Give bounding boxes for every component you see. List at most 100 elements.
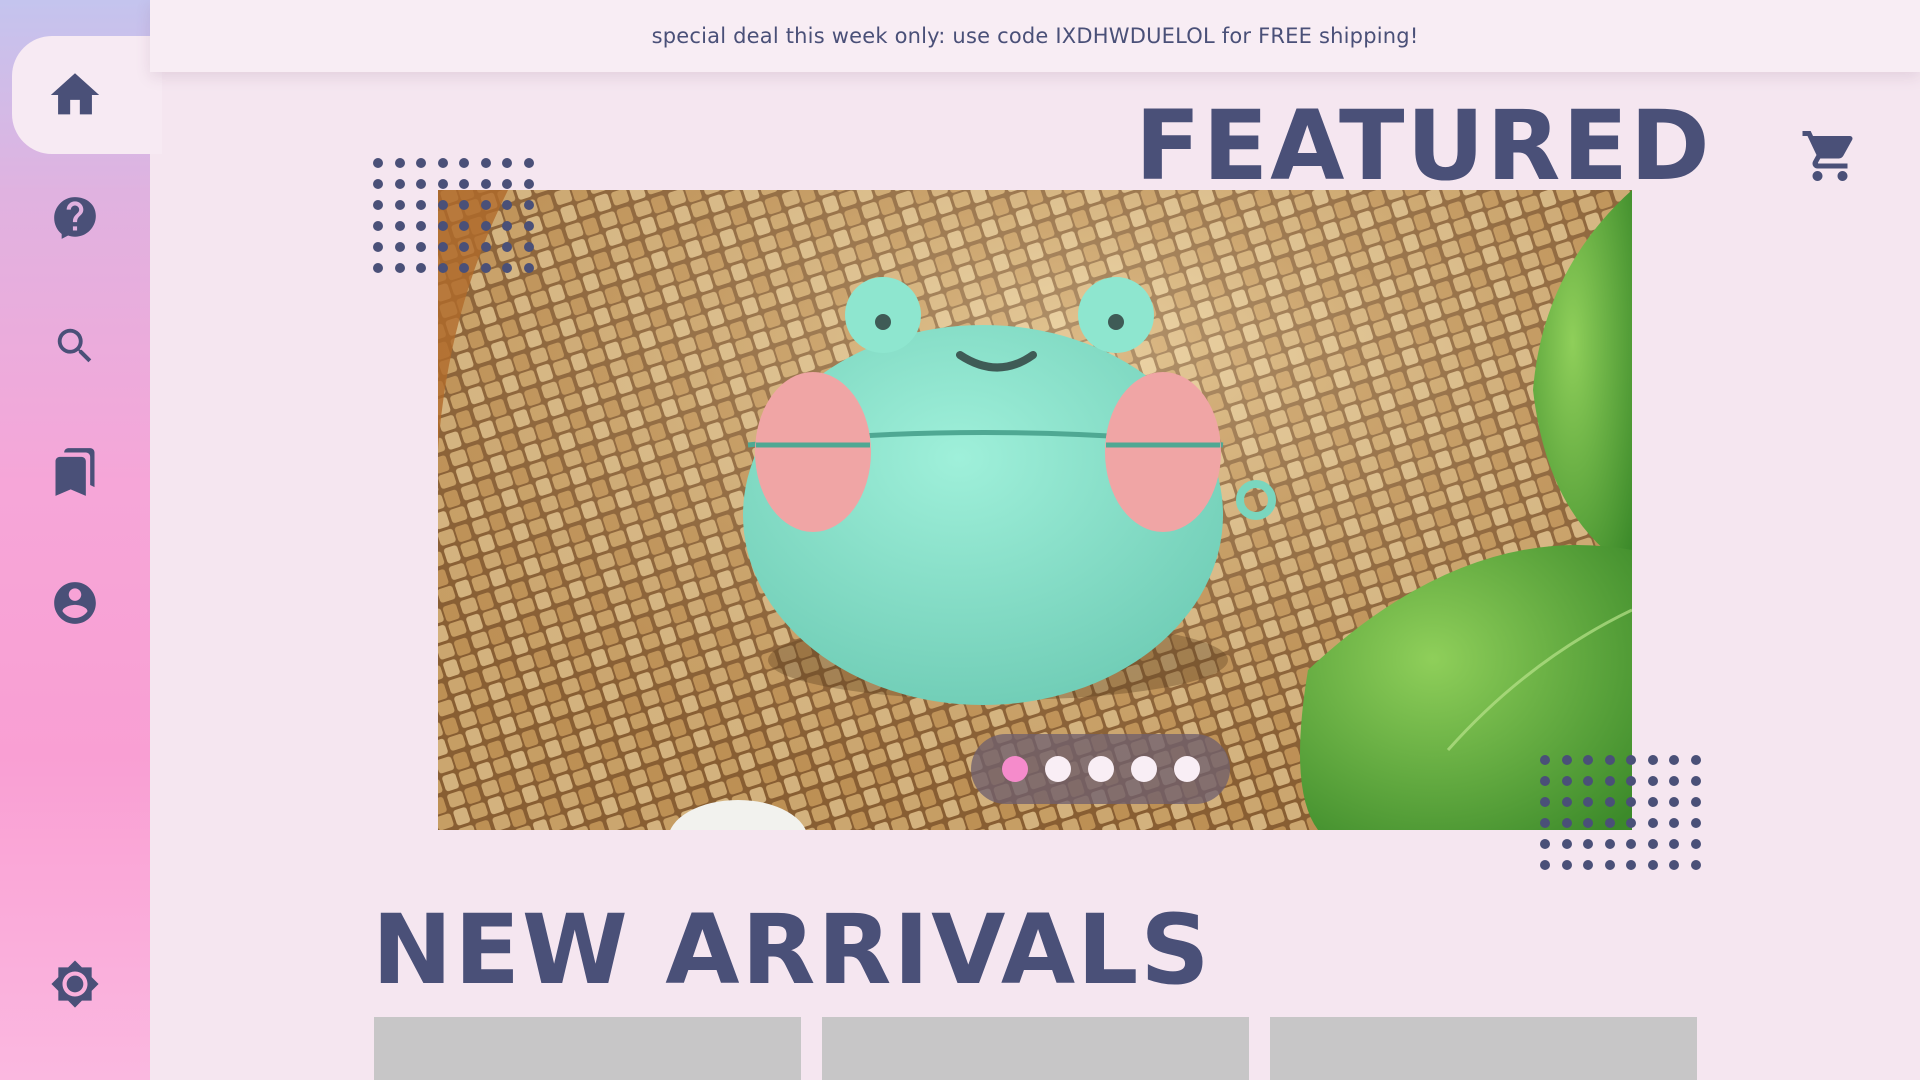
decorative-dot (480, 221, 491, 231)
decorative-dot (394, 179, 405, 189)
home-icon (50, 73, 100, 115)
decorative-dot (437, 158, 448, 168)
decorative-dot (1583, 818, 1593, 828)
decorative-dot (523, 242, 534, 252)
decorative-dot (1626, 818, 1636, 828)
product-card[interactable] (374, 1017, 801, 1080)
decorative-dot (437, 221, 448, 231)
carousel-dot[interactable] (1130, 756, 1157, 782)
decorative-dot (1690, 818, 1701, 828)
carousel-dot[interactable] (1044, 756, 1071, 782)
decorative-dot (459, 200, 469, 210)
decorative-dot (1626, 776, 1636, 786)
decorative-dot (1583, 776, 1593, 786)
decorative-dot (502, 200, 512, 210)
decorative-dot (502, 221, 512, 231)
decorative-dot (1669, 860, 1679, 870)
decorative-dot (1669, 797, 1679, 807)
decorative-dot (1604, 818, 1615, 828)
decorative-dot (523, 221, 534, 231)
decorative-dot (459, 221, 469, 231)
decorative-dot (1583, 755, 1593, 765)
decorative-dot (1690, 839, 1701, 849)
decorative-dot (394, 263, 405, 273)
decorative-dot (1561, 776, 1572, 786)
decorative-dot (1604, 797, 1615, 807)
decorative-dot (523, 158, 534, 168)
decorative-dot (523, 200, 534, 210)
decorative-dot (1669, 818, 1679, 828)
decorative-dot (1540, 797, 1550, 807)
decorative-dot (1561, 860, 1572, 870)
carousel-dot[interactable] (1173, 756, 1200, 782)
decorative-dot (394, 221, 405, 231)
decorative-dot (1690, 755, 1701, 765)
decorative-dot (373, 242, 383, 252)
decorative-dot (373, 263, 383, 273)
nav-account-button[interactable] (0, 543, 150, 663)
search-icon (57, 328, 92, 363)
decorative-dot (459, 242, 469, 252)
decorative-dot (373, 221, 383, 231)
decorative-dot (1540, 839, 1550, 849)
decorative-dot (480, 158, 491, 168)
decorative-dot (480, 200, 491, 210)
carousel-dot[interactable] (1001, 756, 1028, 782)
decorative-dot (1561, 839, 1572, 849)
carousel-dot[interactable] (1087, 756, 1114, 782)
decorative-dot (1669, 755, 1679, 765)
decorative-dot (523, 179, 534, 189)
decorative-dot (523, 263, 534, 273)
decorative-dot (480, 263, 491, 273)
decorative-dot (373, 200, 383, 210)
decorative-dot (1604, 776, 1615, 786)
sun-icon (51, 960, 99, 1008)
decorative-dot (1690, 797, 1701, 807)
decorative-dot (1561, 797, 1572, 807)
nav-home-button[interactable] (12, 36, 162, 154)
decorative-dot (1626, 755, 1636, 765)
decorative-dot (1647, 860, 1658, 870)
decorative-dot (459, 158, 469, 168)
decorative-dot (416, 263, 426, 273)
decorative-dot (1561, 755, 1572, 765)
nav-search-button[interactable] (0, 286, 150, 406)
decorative-dot (1669, 839, 1679, 849)
decorative-dot (1604, 839, 1615, 849)
product-card[interactable] (1270, 1017, 1697, 1080)
decorative-dot (373, 158, 383, 168)
decorative-dot (416, 221, 426, 231)
decorative-dot (416, 158, 426, 168)
cart-icon (1802, 131, 1853, 181)
cart-button[interactable] (1800, 126, 1860, 186)
nav-help-button[interactable] (0, 158, 150, 278)
decorative-dot (459, 263, 469, 273)
theme-toggle-button[interactable] (0, 924, 150, 1044)
product-card[interactable] (822, 1017, 1249, 1080)
sidebar (0, 0, 162, 1080)
decorative-dot (1583, 839, 1593, 849)
decorative-dot (1669, 776, 1679, 786)
account-icon (54, 582, 96, 624)
decorative-dot (1690, 860, 1701, 870)
decorative-dot (1690, 776, 1701, 786)
decorative-dot (502, 263, 512, 273)
decorative-dot (373, 179, 383, 189)
decorative-dot (459, 179, 469, 189)
carousel-pagination (971, 734, 1230, 804)
decorative-dot (1626, 860, 1636, 870)
decorative-dot (1604, 755, 1615, 765)
decorative-dot (1626, 839, 1636, 849)
promo-banner: special deal this week only: use code IX… (150, 0, 1920, 72)
featured-carousel[interactable] (438, 190, 1632, 830)
decorative-dot (480, 179, 491, 189)
decorative-dot (416, 200, 426, 210)
decorative-dot (437, 242, 448, 252)
decorative-dot (1540, 755, 1550, 765)
decorative-dot (1626, 797, 1636, 807)
nav-bookmarks-button[interactable] (0, 412, 150, 532)
decorative-dot (502, 179, 512, 189)
decorative-dot (1540, 818, 1550, 828)
decorative-dot (1540, 776, 1550, 786)
decorative-dot (1561, 818, 1572, 828)
